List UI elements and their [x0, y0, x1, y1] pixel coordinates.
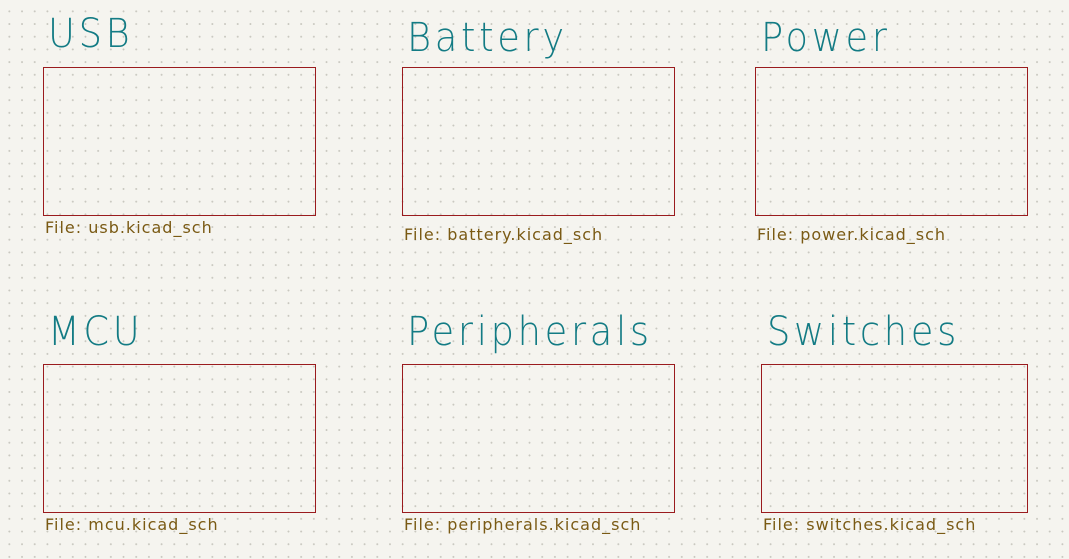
sheet-name-power: Power [761, 15, 891, 61]
sheet-name-usb: USB [48, 11, 134, 57]
sheet-box-peripherals[interactable] [402, 364, 675, 513]
sheet-file-power: File: power.kicad_sch [757, 225, 947, 244]
sheet-file-switches: File: switches.kicad_sch [763, 515, 977, 534]
sheet-file-peripherals: File: peripherals.kicad_sch [404, 515, 642, 534]
sheet-box-battery[interactable] [402, 67, 675, 216]
sheet-box-mcu[interactable] [43, 364, 316, 513]
schematic-canvas[interactable]: { "sheets": [ { "name": "USB", "file": "… [0, 0, 1069, 559]
sheet-box-power[interactable] [755, 67, 1028, 216]
sheet-name-switches: Switches [767, 309, 960, 355]
sheet-box-switches[interactable] [761, 364, 1028, 513]
sheet-file-battery: File: battery.kicad_sch [404, 225, 604, 244]
sheet-file-mcu: File: mcu.kicad_sch [45, 515, 219, 534]
sheet-name-battery: Battery [407, 15, 568, 61]
sheet-file-usb: File: usb.kicad_sch [45, 218, 213, 237]
sheet-name-mcu: MCU [48, 309, 144, 355]
sheet-box-usb[interactable] [43, 67, 316, 216]
sheet-name-peripherals: Peripherals [407, 309, 653, 355]
